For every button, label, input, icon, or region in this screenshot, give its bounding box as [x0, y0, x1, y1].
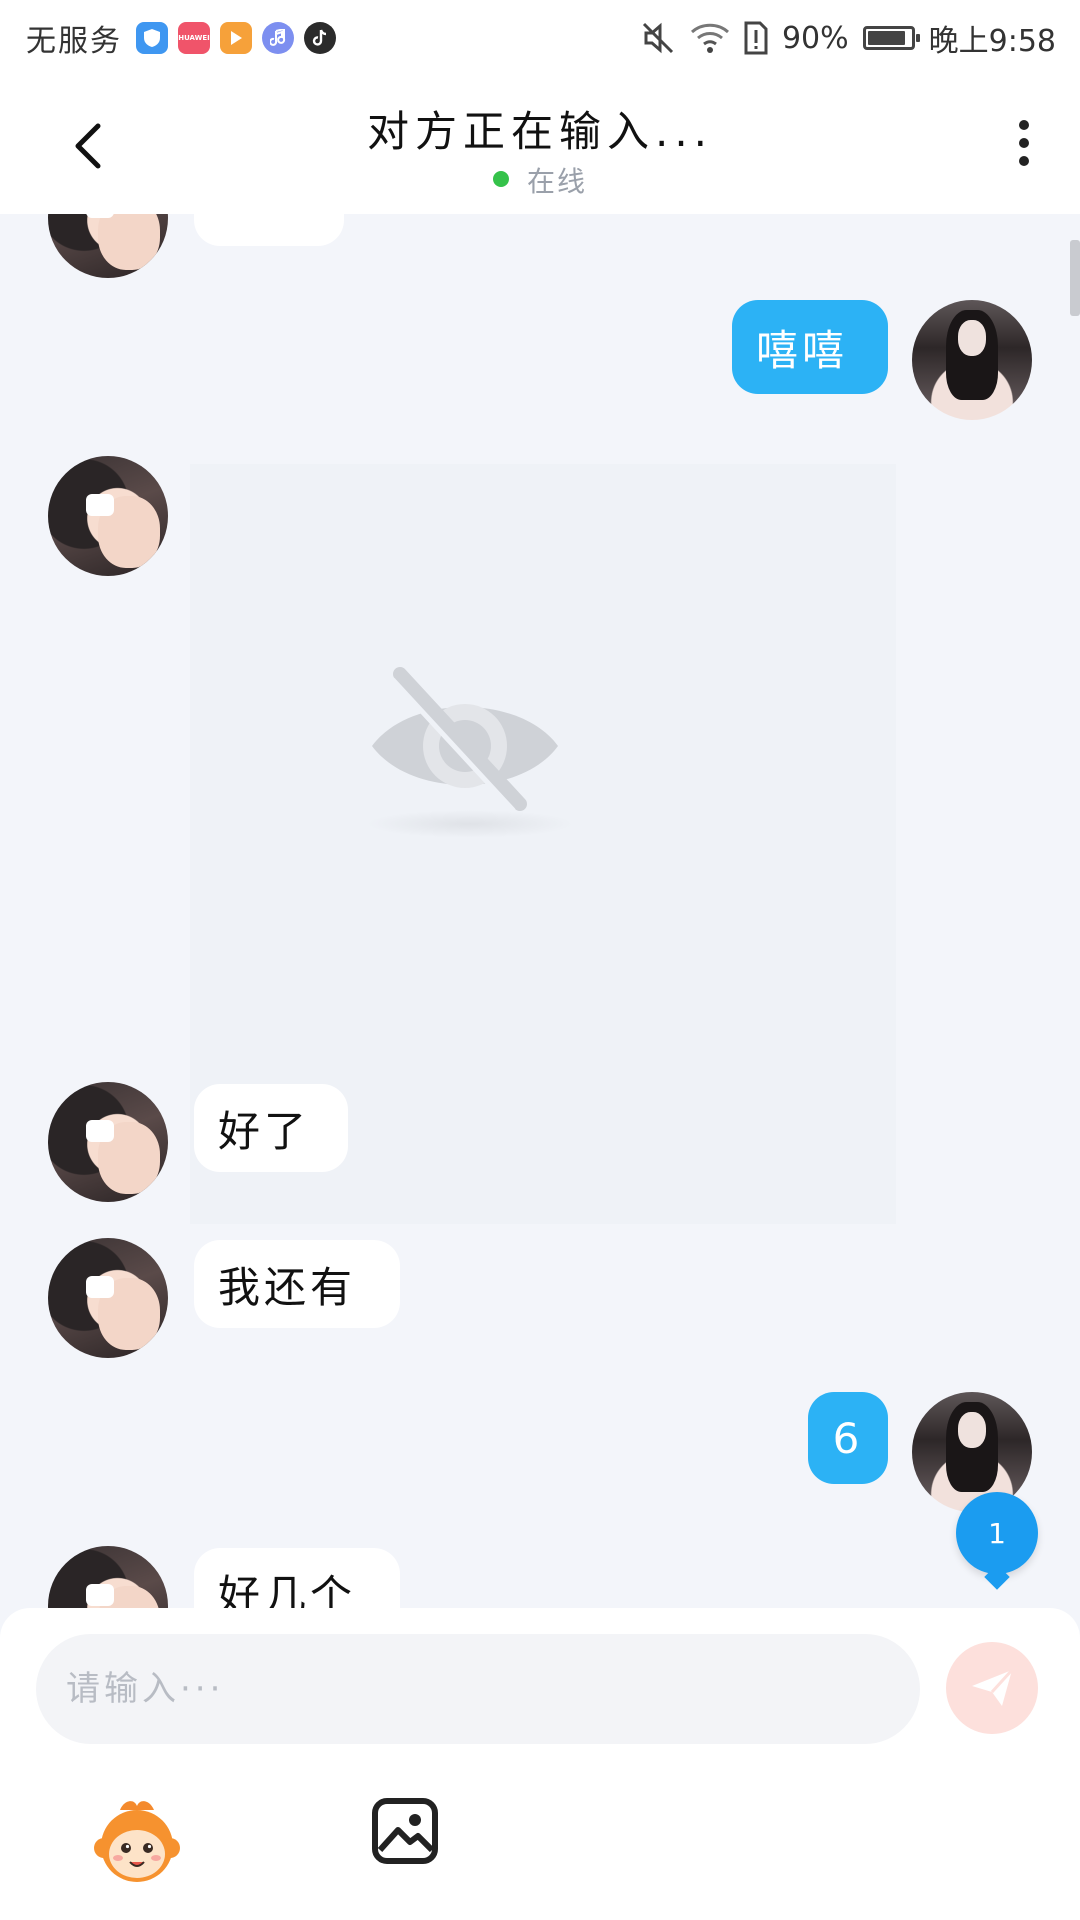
contact-avatar[interactable] — [48, 1238, 168, 1358]
avatar-bow — [86, 1120, 114, 1142]
my-avatar[interactable] — [912, 300, 1032, 420]
avatar-face — [958, 320, 986, 356]
message-text: 好几个 — [218, 1570, 357, 1609]
message-text: 好了 — [218, 1106, 311, 1156]
unread-badge[interactable]: 1 — [956, 1492, 1038, 1574]
eye-shadow — [366, 810, 574, 838]
huawei-store-label: HUAWEI — [178, 34, 210, 42]
video-app-icon — [220, 22, 252, 54]
monkey-mascot-icon — [94, 1801, 180, 1882]
battery-fill — [867, 31, 906, 45]
sim-alert-icon — [744, 21, 768, 55]
wifi-icon — [690, 23, 729, 53]
message-bubble[interactable]: 我还有 — [194, 1240, 400, 1328]
status-bar: 无服务 HUAWEI 90% 晚上9:58 — [0, 0, 1080, 76]
message-text: 我还有 — [218, 1262, 357, 1312]
status-right: 90% 晚上9:58 — [640, 14, 1056, 62]
more-options-button[interactable] — [1004, 114, 1044, 178]
contact-avatar[interactable] — [48, 214, 168, 278]
message-text: 嘻嘻 — [756, 325, 849, 375]
online-status-label: 在线 — [526, 165, 587, 198]
image-icon — [372, 1798, 438, 1864]
gallery-button[interactable] — [370, 1796, 440, 1866]
message-text: 6 — [832, 1413, 864, 1463]
chat-header: 对方正在输入... 在线 — [0, 76, 1080, 214]
sticker-button[interactable] — [90, 1794, 184, 1888]
message-list[interactable]: 嘻嘻 好了 我还有 6 好几个 1 — [0, 214, 1080, 1608]
shield-app-icon — [136, 22, 168, 54]
unread-count: 1 — [988, 1516, 1006, 1550]
paper-plane-icon — [972, 1668, 1014, 1706]
status-left: 无服务 HUAWEI — [26, 14, 336, 62]
message-input[interactable] — [36, 1634, 920, 1744]
more-dot — [1019, 138, 1029, 148]
send-button[interactable] — [946, 1642, 1038, 1734]
battery-icon — [862, 26, 920, 50]
online-dot — [492, 171, 509, 187]
tiktok-icon — [304, 22, 336, 54]
huawei-store-icon: HUAWEI — [178, 22, 210, 54]
message-bubble-partial[interactable] — [194, 214, 344, 246]
online-status: 在线 — [0, 160, 1080, 200]
avatar-face — [958, 1412, 986, 1448]
mute-icon — [642, 22, 673, 54]
clock: 晚上9:58 — [928, 24, 1056, 59]
carrier-label: 无服务 — [26, 24, 122, 59]
avatar-face — [98, 214, 160, 270]
scrollbar[interactable] — [1070, 240, 1080, 316]
message-bubble[interactable]: 好了 — [194, 1084, 348, 1172]
music-app-icon — [262, 22, 294, 54]
my-message-bubble[interactable]: 嘻嘻 — [732, 300, 888, 394]
contact-avatar[interactable] — [48, 456, 168, 576]
avatar-bow — [86, 494, 114, 516]
message-bubble[interactable]: 好几个 — [194, 1548, 400, 1608]
contact-avatar[interactable] — [48, 1082, 168, 1202]
page-title: 对方正在输入... — [366, 107, 714, 156]
avatar-bow — [86, 1276, 114, 1298]
composer — [0, 1608, 1080, 1920]
battery-percent: 90% — [781, 20, 849, 56]
avatar-bow — [86, 1584, 114, 1606]
my-avatar[interactable] — [912, 1392, 1032, 1512]
contact-avatar[interactable] — [48, 1546, 168, 1608]
avatar-bow — [86, 214, 114, 218]
more-dot — [1019, 156, 1029, 166]
more-dot — [1019, 120, 1029, 130]
my-message-bubble[interactable]: 6 — [808, 1392, 888, 1484]
